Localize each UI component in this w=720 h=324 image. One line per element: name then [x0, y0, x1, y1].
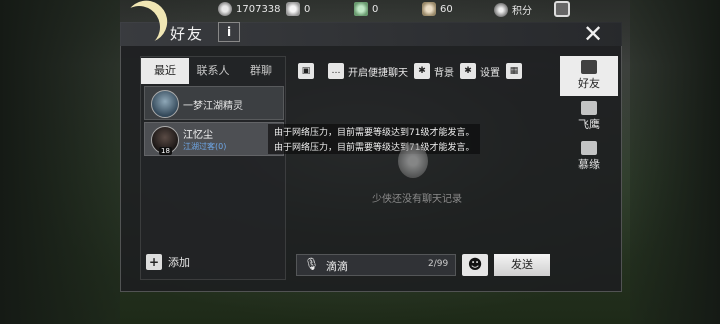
add-person-icon: +	[146, 254, 162, 270]
nav-flying-eagle[interactable]: 飞鹰	[560, 97, 618, 137]
points-label: 积分	[512, 6, 532, 17]
friends-icon	[581, 60, 597, 74]
gift-resource: 60	[422, 2, 453, 16]
nav-friends-label: 好友	[578, 77, 600, 90]
nav-friends[interactable]: 好友	[560, 56, 618, 96]
grid-menu-icon[interactable]: ▦	[506, 63, 522, 79]
coin-amount: 1707338	[236, 3, 281, 15]
background-left-shade	[0, 0, 120, 324]
silver-amount: 0	[304, 3, 311, 15]
speech-bubble-icon: …	[328, 63, 344, 79]
microphone-icon[interactable]: 🎙	[304, 257, 319, 273]
quick-chat-button[interactable]: 开启便捷聊天	[348, 64, 408, 79]
gift-amount: 60	[440, 3, 453, 15]
tab-contacts[interactable]: 联系人	[189, 58, 237, 84]
contact-tabs: 最近 联系人 群聊	[141, 58, 285, 84]
coin-icon	[218, 2, 232, 16]
window-title: 好友	[170, 25, 205, 43]
emoji-button[interactable]: ☻	[462, 254, 488, 276]
contact-item[interactable]: 一梦江湖精灵	[144, 86, 284, 120]
scroll-letter-icon	[581, 101, 597, 115]
silver-icon	[286, 2, 300, 16]
jade-amount: 0	[372, 3, 379, 15]
empty-chat-logo-icon	[398, 144, 428, 178]
chat-mode-icon[interactable]: ▣	[298, 63, 314, 79]
char-count: 2/99	[428, 259, 449, 269]
contact-item[interactable]: 18 江忆尘 江湖过客(0)	[144, 122, 284, 156]
nav-admire[interactable]: 慕缘	[560, 137, 618, 177]
coin-resource: 1707338	[218, 2, 281, 16]
add-friend-label: 添加	[168, 256, 190, 269]
settings-gear-icon: ✱	[460, 63, 476, 79]
close-button[interactable]: ✕	[578, 20, 608, 48]
jade-resource: 0	[354, 2, 378, 16]
settings-button[interactable]: 设置	[480, 64, 500, 79]
system-message: 由于网络压力，目前需要等级达到71级才能发言。	[268, 124, 481, 139]
background-button[interactable]: 背景	[434, 64, 454, 79]
jade-icon	[354, 2, 368, 16]
avatar	[151, 90, 179, 118]
contact-name: 江忆尘	[183, 130, 213, 141]
empty-chat-text: 少侠还没有聊天记录	[372, 194, 462, 205]
points-icon	[494, 2, 508, 17]
background-right-shade	[630, 0, 720, 324]
level-badge: 18	[159, 147, 172, 155]
gift-icon	[422, 2, 436, 16]
silver-resource: 0	[286, 2, 310, 16]
send-button[interactable]: 发送	[494, 254, 550, 276]
bird-icon	[581, 141, 597, 155]
gear-icon	[554, 1, 570, 17]
contact-status: 江湖过客(0)	[183, 142, 227, 151]
nav-eagle-label: 飞鹰	[578, 118, 600, 131]
settings-gear[interactable]	[554, 1, 570, 17]
info-button[interactable]: i	[218, 22, 240, 42]
nav-admire-label: 慕缘	[578, 158, 600, 171]
system-message: 由于网络压力，目前需要等级达到71级才能发言。	[268, 139, 481, 154]
contact-name: 一梦江湖精灵	[183, 101, 243, 112]
points-resource[interactable]: 积分	[494, 2, 532, 17]
chat-input-value: 滴滴	[326, 260, 348, 273]
add-friend-button[interactable]: + 添加	[146, 254, 190, 270]
tab-recent[interactable]: 最近	[141, 58, 189, 84]
tab-group-chat[interactable]: 群聊	[237, 58, 285, 84]
background-gear-icon: ✱	[414, 63, 430, 79]
chat-toolbar: ▣ … 开启便捷聊天 ✱ 背景 ✱ 设置 ▦	[298, 62, 522, 80]
